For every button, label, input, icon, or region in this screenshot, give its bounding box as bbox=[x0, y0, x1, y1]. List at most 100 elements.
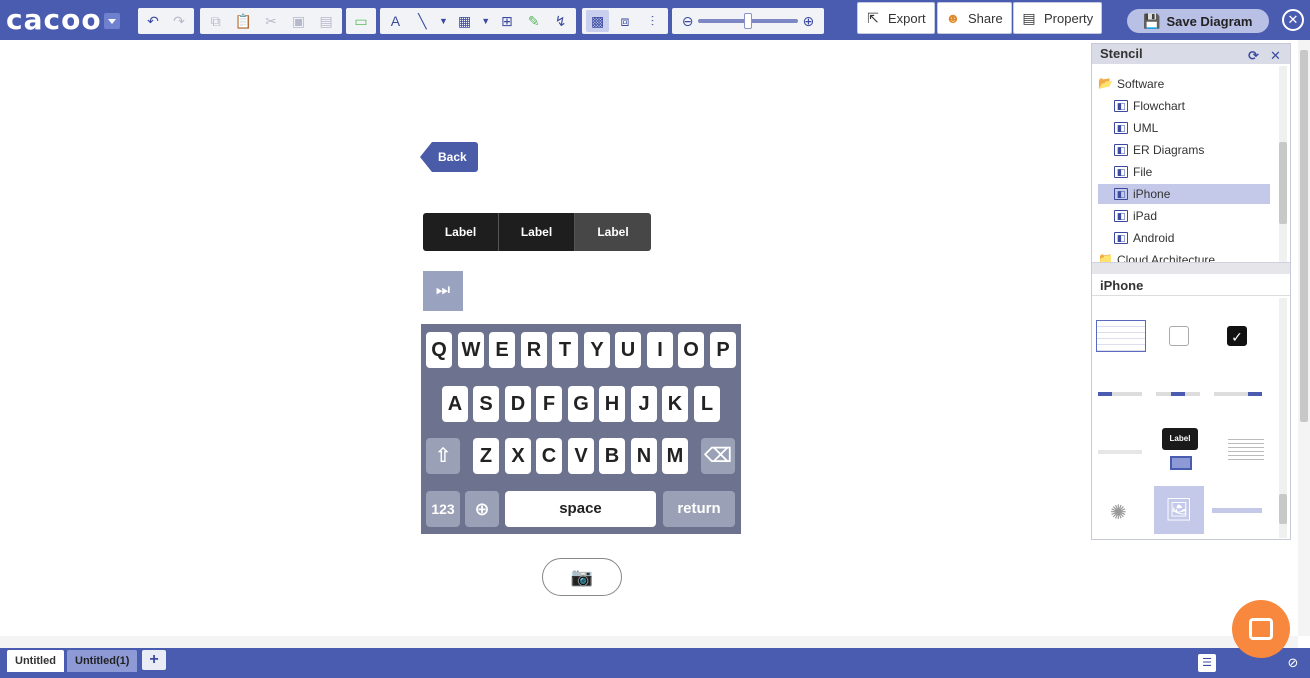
layers-icon[interactable]: ⧈ bbox=[613, 10, 636, 32]
pen-tool-icon[interactable]: ✎ bbox=[522, 10, 545, 32]
text-tool-icon[interactable]: A bbox=[384, 10, 407, 32]
table-view-stencil[interactable] bbox=[1096, 320, 1146, 352]
paste-special-icon[interactable]: ▣ bbox=[287, 10, 311, 32]
key[interactable]: U bbox=[615, 332, 641, 368]
table-tool-icon[interactable]: ⊞ bbox=[495, 10, 518, 32]
progress-bar-stencil[interactable] bbox=[1212, 508, 1262, 513]
key[interactable]: R bbox=[521, 332, 547, 368]
panel-splitter[interactable] bbox=[1092, 262, 1290, 274]
key[interactable]: A bbox=[442, 386, 468, 422]
cursor-off-icon[interactable]: ⊘ bbox=[1284, 654, 1302, 672]
fast-forward-icon[interactable]: ⏭ bbox=[423, 271, 463, 311]
segment-1[interactable]: Label bbox=[423, 213, 499, 251]
backspace-key-icon[interactable]: ⌫ bbox=[701, 438, 735, 474]
toolbar-stencil[interactable] bbox=[1098, 450, 1142, 454]
menu-dropdown-button[interactable] bbox=[104, 13, 120, 29]
cut-icon[interactable]: ✂ bbox=[259, 10, 283, 32]
camera-button[interactable]: 📷 bbox=[542, 558, 622, 596]
key[interactable]: O bbox=[678, 332, 704, 368]
property-button[interactable]: ▤ Property bbox=[1013, 2, 1103, 34]
shift-key-icon[interactable]: ⇧ bbox=[426, 438, 460, 474]
space-key[interactable]: space bbox=[505, 491, 656, 527]
key[interactable]: J bbox=[631, 386, 657, 422]
segment-2[interactable]: Label bbox=[499, 213, 575, 251]
segment-3[interactable]: Label bbox=[575, 213, 651, 251]
close-editor-icon[interactable]: ✕ bbox=[1282, 9, 1304, 31]
line-dropdown-icon[interactable]: ▼ bbox=[438, 10, 449, 32]
shapes-scrollbar[interactable] bbox=[1279, 298, 1287, 538]
segment-stencil-2[interactable] bbox=[1156, 392, 1200, 396]
shape-dropdown-icon[interactable]: ▼ bbox=[480, 10, 491, 32]
canvas-vertical-scrollbar[interactable] bbox=[1298, 40, 1310, 636]
key[interactable]: Q bbox=[426, 332, 452, 368]
numbers-key[interactable]: 123 bbox=[426, 491, 460, 527]
tab-untitled[interactable]: Untitled bbox=[7, 650, 64, 672]
shape-library-icon[interactable]: ▦ bbox=[453, 10, 476, 32]
connector-tool-icon[interactable]: ↯ bbox=[549, 10, 572, 32]
iphone-back-button[interactable]: Back bbox=[420, 142, 478, 172]
tab-untitled-1[interactable]: Untitled(1) bbox=[67, 650, 138, 672]
close-icon[interactable]: ✕ bbox=[1270, 46, 1281, 66]
zoom-out-icon[interactable]: ⊖ bbox=[676, 10, 699, 32]
text-block-stencil[interactable] bbox=[1228, 436, 1264, 462]
key[interactable]: P bbox=[710, 332, 736, 368]
share-button[interactable]: ☻ Share bbox=[937, 2, 1012, 34]
globe-key-icon[interactable]: ⊕ bbox=[465, 491, 499, 527]
key[interactable]: M bbox=[662, 438, 688, 474]
iphone-keyboard[interactable]: Q W E R T Y U I O P A S D F G H J K L ⇧ … bbox=[421, 324, 741, 534]
list-icon[interactable]: ☰ bbox=[1198, 654, 1216, 672]
tree-item-android[interactable]: ◧ Android bbox=[1114, 228, 1274, 248]
key[interactable]: T bbox=[552, 332, 578, 368]
key[interactable]: B bbox=[599, 438, 625, 474]
zoom-in-icon[interactable]: ⊕ bbox=[797, 10, 820, 32]
key[interactable]: I bbox=[647, 332, 673, 368]
spinner-icon[interactable]: ✺ bbox=[1110, 500, 1127, 525]
canvas-horizontal-scrollbar[interactable] bbox=[0, 636, 1298, 648]
save-diagram-button[interactable]: 💾 Save Diagram bbox=[1127, 9, 1269, 33]
tree-scroll-thumb[interactable] bbox=[1279, 142, 1287, 224]
tree-scrollbar[interactable] bbox=[1279, 66, 1287, 262]
tree-folder-software[interactable]: 📂 Software bbox=[1098, 74, 1278, 94]
undo-icon[interactable]: ↶ bbox=[142, 10, 164, 32]
key[interactable]: W bbox=[458, 332, 484, 368]
key[interactable]: Z bbox=[473, 438, 499, 474]
key[interactable]: V bbox=[568, 438, 594, 474]
segment-stencil-3[interactable] bbox=[1214, 392, 1262, 396]
key[interactable]: K bbox=[662, 386, 688, 422]
tree-item-ipad[interactable]: ◧ iPad bbox=[1114, 206, 1274, 226]
refresh-icon[interactable]: ⟳ bbox=[1248, 46, 1259, 66]
canvas-vscroll-thumb[interactable] bbox=[1300, 50, 1308, 422]
zoom-slider-handle[interactable] bbox=[744, 13, 752, 29]
segmented-control[interactable]: Label Label Label bbox=[423, 213, 651, 251]
key[interactable]: X bbox=[505, 438, 531, 474]
tooltip-stencil[interactable]: Label bbox=[1162, 428, 1198, 450]
key[interactable]: L bbox=[694, 386, 720, 422]
add-tab-button[interactable]: + bbox=[142, 650, 166, 670]
key[interactable]: S bbox=[473, 386, 499, 422]
tree-item-uml[interactable]: ◧ UML bbox=[1114, 118, 1274, 138]
tree-item-file[interactable]: ◧ File bbox=[1114, 162, 1274, 182]
tree-item-er-diagrams[interactable]: ◧ ER Diagrams bbox=[1114, 140, 1274, 160]
key[interactable]: C bbox=[536, 438, 562, 474]
selected-shape-stencil[interactable] bbox=[1170, 456, 1192, 470]
paste-icon[interactable]: 📋 bbox=[232, 10, 256, 32]
image-placeholder-stencil[interactable]: 🖼 bbox=[1154, 486, 1204, 534]
key[interactable]: Y bbox=[584, 332, 610, 368]
tree-item-iphone[interactable]: ◧ iPhone bbox=[1098, 184, 1270, 204]
key[interactable]: D bbox=[505, 386, 531, 422]
copy-icon[interactable]: ⧉ bbox=[204, 10, 228, 32]
key[interactable]: F bbox=[536, 386, 562, 422]
shapes-scroll-thumb[interactable] bbox=[1279, 494, 1287, 524]
checkbox-checked-stencil[interactable]: ✓ bbox=[1227, 326, 1247, 346]
adjust-icon[interactable]: ⫶ bbox=[641, 10, 664, 32]
segment-stencil-1[interactable] bbox=[1098, 392, 1142, 396]
return-key[interactable]: return bbox=[663, 491, 735, 527]
tree-item-flowchart[interactable]: ◧ Flowchart bbox=[1114, 96, 1274, 116]
rectangle-tool-icon[interactable]: ▭ bbox=[350, 10, 372, 32]
key[interactable]: H bbox=[599, 386, 625, 422]
paste-format-icon[interactable]: ▤ bbox=[314, 10, 338, 32]
stencil-toggle-icon[interactable]: ▩ bbox=[586, 10, 610, 32]
key[interactable]: G bbox=[568, 386, 594, 422]
key[interactable]: N bbox=[631, 438, 657, 474]
redo-icon[interactable]: ↷ bbox=[168, 10, 190, 32]
